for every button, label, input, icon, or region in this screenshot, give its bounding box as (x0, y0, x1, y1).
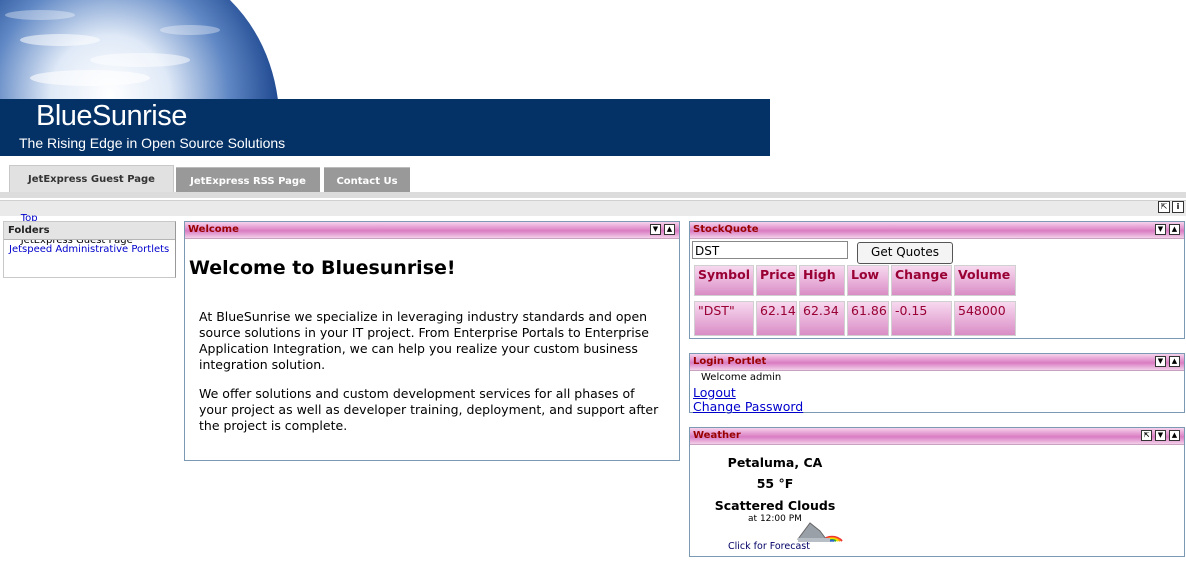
weather-portlet: Weather ⇱ ▼ ▲ Petaluma, CA 55 °F Scatter… (689, 427, 1185, 557)
minimize-icon[interactable]: ▼ (1155, 430, 1166, 441)
symbol-input[interactable]: DST (692, 241, 848, 259)
quote-header-cell: Volume (954, 265, 1016, 296)
stockquote-title: StockQuote (693, 224, 759, 235)
stockquote-titlebar: StockQuote ▼ ▲ (690, 222, 1184, 239)
quote-header-cell: Low (847, 265, 889, 296)
tab-jetexpress-rss-page[interactable]: JetExpress RSS Page (176, 167, 320, 193)
logout-link[interactable]: Logout (693, 385, 736, 400)
site-title: BlueSunrise (36, 100, 187, 132)
welcome-titlebar: Welcome ▼ ▲ (185, 222, 679, 239)
welcome-heading: Welcome to Bluesunrise! (189, 257, 456, 279)
quote-value-cell: "DST" (694, 301, 754, 336)
quote-value-cell: 548000 (954, 301, 1016, 336)
welcome-title: Welcome (188, 224, 239, 235)
info-icon[interactable]: i (1172, 201, 1184, 213)
login-titlebar: Login Portlet ▼ ▲ (690, 354, 1184, 371)
weather-titlebar: Weather ⇱ ▼ ▲ (690, 428, 1184, 445)
minimize-icon[interactable]: ▼ (650, 224, 661, 235)
maximize-icon[interactable]: ▲ (1169, 224, 1180, 235)
maximize-icon[interactable]: ▲ (1169, 430, 1180, 441)
quote-header-cell: Change (891, 265, 952, 296)
change-password-link[interactable]: Change Password (693, 399, 803, 414)
quote-value-cell: 61.86 (847, 301, 889, 336)
tab-underline (0, 192, 1186, 198)
weather-city: Petaluma, CA (727, 455, 823, 470)
welcome-portlet: Welcome ▼ ▲ Welcome to Bluesunrise! At B… (184, 221, 680, 461)
stockquote-portlet: StockQuote ▼ ▲ DST Get Quotes Symbol Pri… (689, 221, 1185, 339)
maximize-icon[interactable]: ▲ (664, 224, 675, 235)
weather-title: Weather (693, 430, 741, 441)
quote-value-cell: 62.14 (756, 301, 797, 336)
sky-logo-image (0, 0, 290, 100)
welcome-user-text: Welcome admin (701, 372, 782, 383)
breadcrumb: Top >> JetExpress Guest Page (0, 200, 1186, 246)
get-quotes-button[interactable]: Get Quotes (857, 242, 953, 264)
restore-icon[interactable]: ⇱ (1158, 201, 1170, 213)
welcome-paragraph-2: We offer solutions and custom developmen… (199, 386, 659, 433)
page-tabs: JetExpress Guest Page JetExpress RSS Pag… (0, 165, 1186, 193)
quote-header-cell: Price (756, 265, 797, 296)
forecast-link[interactable]: Click for Forecast (728, 541, 810, 552)
minimize-icon[interactable]: ▼ (1155, 356, 1166, 367)
login-title: Login Portlet (693, 356, 767, 367)
site-tagline: The Rising Edge in Open Source Solutions (19, 135, 286, 151)
weather-condition: Scattered Clouds (714, 498, 836, 513)
quote-header-cell: Symbol (694, 265, 754, 296)
tab-jetexpress-guest-page[interactable]: JetExpress Guest Page (9, 165, 174, 193)
minimize-icon[interactable]: ▼ (1155, 224, 1166, 235)
site-banner: BlueSunrise The Rising Edge in Open Sour… (0, 0, 770, 156)
folders-title: Folders (4, 222, 175, 240)
welcome-paragraph-1: At BlueSunrise we specialize in leveragi… (199, 309, 649, 372)
quote-value-cell: -0.15 (891, 301, 952, 336)
restore-icon[interactable]: ⇱ (1141, 430, 1152, 441)
quote-header-cell: High (799, 265, 845, 296)
tab-contact-us[interactable]: Contact Us (324, 167, 410, 193)
login-portlet: Login Portlet ▼ ▲ Welcome admin Logout C… (689, 353, 1185, 414)
weather-temperature: 55 °F (756, 476, 794, 491)
folders-link-jetspeed-admin[interactable]: Jetspeed Administrative Portlets (4, 240, 175, 256)
quote-value-cell: 62.34 (799, 301, 845, 336)
folders-panel: Folders Jetspeed Administrative Portlets (3, 221, 176, 278)
maximize-icon[interactable]: ▲ (1169, 356, 1180, 367)
